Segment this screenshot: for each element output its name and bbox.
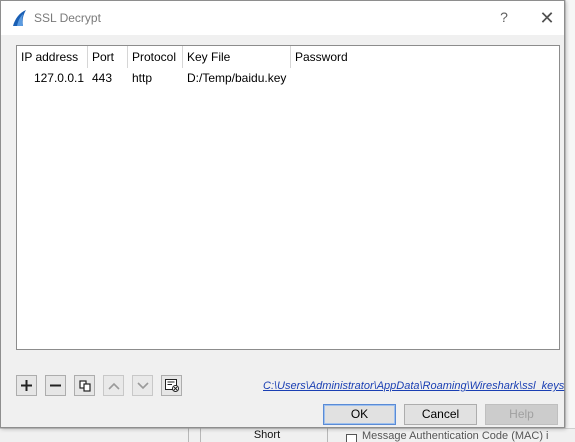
title-bar: SSL Decrypt ? ✕ <box>1 1 564 35</box>
help-button[interactable]: Help <box>485 404 558 425</box>
table-header: IP address Port Protocol Key File Passwo… <box>17 46 559 68</box>
column-header-password[interactable]: Password <box>291 46 559 68</box>
cell-password <box>291 68 559 88</box>
ssl-decrypt-dialog: SSL Decrypt ? ✕ IP address Port Protocol… <box>0 0 565 428</box>
column-header-port[interactable]: Port <box>88 46 128 68</box>
background-divider <box>200 428 201 442</box>
ok-button[interactable]: OK <box>323 404 396 425</box>
column-header-key-file[interactable]: Key File <box>183 46 291 68</box>
wireshark-fin-icon <box>11 9 29 27</box>
cell-key-file: D:/Temp/baidu.key <box>187 71 287 85</box>
background-window-edge <box>565 0 575 442</box>
background-mac-checkbox[interactable] <box>346 434 357 442</box>
window-title: SSL Decrypt <box>34 11 101 25</box>
plus-icon <box>21 380 32 391</box>
background-mac-label: Message Authentication Code (MAC) i <box>362 430 549 442</box>
column-header-ip[interactable]: IP address <box>17 46 88 68</box>
cell-port: 443 <box>92 71 113 85</box>
close-icon[interactable]: ✕ <box>535 6 559 30</box>
copy-button[interactable] <box>74 375 95 396</box>
clear-list-icon <box>164 379 179 392</box>
arrow-down-icon <box>136 381 149 389</box>
clear-button[interactable] <box>161 375 182 396</box>
move-down-button[interactable] <box>132 375 153 396</box>
remove-button[interactable] <box>45 375 66 396</box>
cell-ip: 127.0.0.1 <box>33 71 84 85</box>
copy-icon <box>78 379 91 392</box>
background-divider <box>327 428 328 442</box>
ssl-keys-path-link[interactable]: C:\Users\Administrator\AppData\Roaming\W… <box>263 380 564 392</box>
add-button[interactable] <box>16 375 37 396</box>
table-row[interactable]: 127.0.0.1 443 http D:/Temp/baidu.key <box>17 68 559 88</box>
help-question-icon[interactable]: ? <box>494 7 514 27</box>
column-header-protocol[interactable]: Protocol <box>128 46 183 68</box>
move-up-button[interactable] <box>103 375 124 396</box>
ssl-keys-table[interactable]: IP address Port Protocol Key File Passwo… <box>16 45 560 350</box>
cell-protocol: http <box>132 71 153 85</box>
background-divider <box>188 428 189 442</box>
minus-icon <box>50 384 61 387</box>
cancel-button[interactable]: Cancel <box>404 404 477 425</box>
background-short-label: Short <box>253 429 281 441</box>
arrow-up-icon <box>107 382 120 390</box>
